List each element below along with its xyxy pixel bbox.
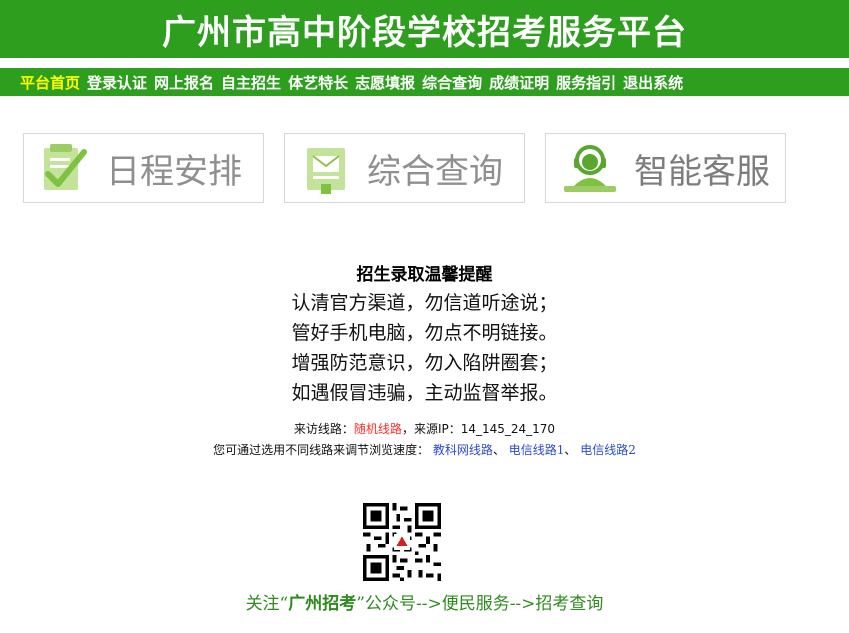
notice-line: 管好手机电脑，勿点不明链接。 <box>291 322 558 344</box>
service-label: 智能客服 <box>634 151 770 192</box>
route-source-label: ，来源IP： <box>401 422 461 436</box>
customer-service-icon <box>564 145 616 192</box>
follow-prefix: 关注“ <box>245 594 289 614</box>
service-tile[interactable]: 智能客服 <box>545 133 786 203</box>
route-prefix: 来访线路： <box>293 422 354 436</box>
query-tile[interactable]: 综合查询 <box>284 133 525 203</box>
route-ip: 14_145_24_170 <box>460 422 556 436</box>
notice-line: 增强防范意识，勿入陷阱圈套； <box>291 352 558 374</box>
nav-application[interactable]: 志愿填报 <box>355 72 415 93</box>
nav-online-registration[interactable]: 网上报名 <box>154 72 214 93</box>
query-label: 综合查询 <box>367 151 503 192</box>
route-current: 随机线路 <box>353 422 402 436</box>
nav-arts-sports[interactable]: 体艺特长 <box>288 72 348 93</box>
route-switcher: 您可通过选用不同线路来调节浏览速度： 教科网线路、 电信线路1、 电信线路2 <box>0 441 849 459</box>
follow-wechat-hint: 关注“广州招考”公众号-->便民服务-->招考查询 <box>0 589 849 614</box>
nav-home[interactable]: 平台首页 <box>20 72 80 93</box>
route-link-edu[interactable]: 教科网线路 <box>433 443 493 457</box>
nav-independent-enrollment[interactable]: 自主招生 <box>221 72 281 93</box>
admission-notice: 招生录取温馨提醒 认清官方渠道，勿信道听途说； 管好手机电脑，勿点不明链接。 增… <box>0 262 849 408</box>
nav-logout[interactable]: 退出系统 <box>623 72 683 93</box>
nav-score-certificate[interactable]: 成绩证明 <box>489 72 549 93</box>
wechat-qr-code <box>363 503 441 581</box>
main-nav: 平台首页 登录认证 网上报名 自主招生 体艺特长 志愿填报 综合查询 成绩证明 … <box>0 68 849 96</box>
quick-links: 日程安排 综合查询 智能客服 <box>23 133 793 205</box>
checklist-icon <box>44 144 87 190</box>
route-link-telecom-2[interactable]: 电信线路2 <box>580 443 636 457</box>
route-link-telecom-1[interactable]: 电信线路1 <box>509 443 565 457</box>
visit-route-info: 来访线路：随机线路，来源IP：14_145_24_170 <box>0 420 849 438</box>
notice-title: 招生录取温馨提醒 <box>356 265 493 285</box>
site-header: 广州市高中阶段学校招考服务平台 <box>0 0 849 58</box>
route-separator: 、 <box>564 443 577 457</box>
nav-login[interactable]: 登录认证 <box>87 72 147 93</box>
route-hint: 您可通过选用不同线路来调节浏览速度： <box>213 443 430 457</box>
follow-suffix: ”公众号-->便民服务-->招考查询 <box>356 594 604 614</box>
route-separator: 、 <box>492 443 505 457</box>
nav-service-guide[interactable]: 服务指引 <box>556 72 616 93</box>
mail-document-icon <box>307 148 345 194</box>
schedule-tile[interactable]: 日程安排 <box>23 133 264 203</box>
nav-query[interactable]: 综合查询 <box>422 72 482 93</box>
notice-line: 认清官方渠道，勿信道听途说； <box>291 292 558 314</box>
schedule-label: 日程安排 <box>106 151 242 192</box>
site-title: 广州市高中阶段学校招考服务平台 <box>162 12 687 53</box>
wechat-account-name: 广州招考 <box>288 594 357 614</box>
notice-line: 如遇假冒违骗，主动监督举报。 <box>291 382 558 404</box>
